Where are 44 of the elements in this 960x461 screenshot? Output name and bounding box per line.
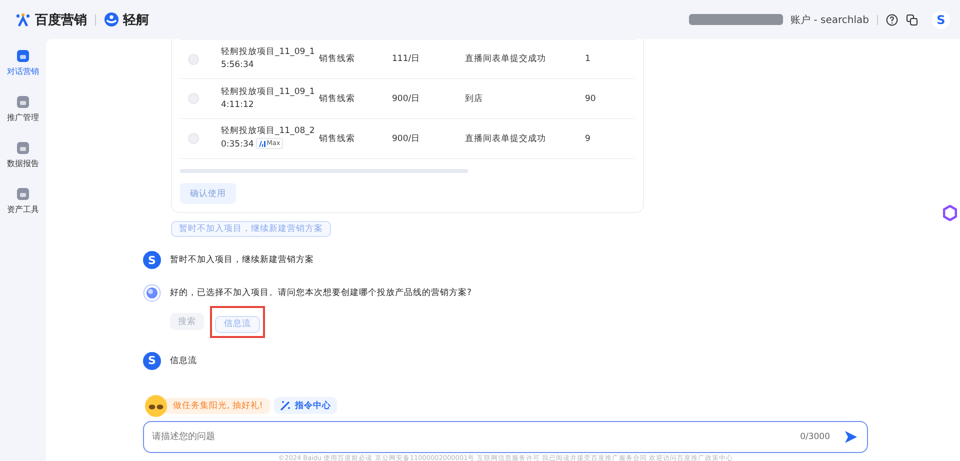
task-banner[interactable]: 做任务集阳光, 抽好礼! xyxy=(163,398,270,414)
table-cell-text: 9 xyxy=(585,134,592,144)
product-logo-icon xyxy=(104,12,119,27)
table-cell-text: 直播间表单提交成功 xyxy=(465,132,547,144)
help-icon[interactable] xyxy=(886,14,898,26)
copy-icon[interactable] xyxy=(906,14,918,26)
table-cell-text: 销售线索 xyxy=(319,53,356,65)
table-cell-text: 销售线索 xyxy=(319,92,356,104)
radio-button[interactable] xyxy=(188,54,199,64)
sidebar-item[interactable]: 数据报告 xyxy=(7,141,39,169)
table-cell-text: 900/日 xyxy=(392,92,422,104)
option-button[interactable]: 信息流 xyxy=(215,316,260,332)
sun-mascot-icon xyxy=(143,394,169,418)
table-cell-text: 直播间表单提交成功 xyxy=(465,53,547,65)
user-avatar[interactable]: S xyxy=(932,10,950,28)
char-counter: 0/3000 xyxy=(800,432,830,442)
sidebar-item[interactable]: 资产工具 xyxy=(7,187,39,215)
command-center-button[interactable]: 指令中心 xyxy=(274,397,337,414)
table-cell-text: 90 xyxy=(585,94,597,104)
table-cell-text: 900/日 xyxy=(392,132,422,144)
user-avatar: S xyxy=(143,352,161,370)
user-avatar: S xyxy=(143,251,161,269)
floating-assistant-icon[interactable] xyxy=(943,205,957,221)
table-cell-text: 销售线索 xyxy=(319,132,356,144)
project-name: 轻舸投放项目_11_09_15:56:34 xyxy=(221,46,316,72)
skip-chip[interactable]: 暂时不加入项目，继续新建营销方案 xyxy=(171,221,331,237)
message-text: 暂时不加入项目，继续新建营销方案 xyxy=(170,254,314,266)
table-cell-text: 1 xyxy=(585,54,592,64)
table-cell-text: 111/日 xyxy=(392,53,422,65)
sidebar-item[interactable]: 对话营销 xyxy=(7,49,39,77)
sidebar-item[interactable]: 推广管理 xyxy=(7,95,39,123)
radio-button[interactable] xyxy=(188,93,199,104)
account-name: 账户 - searchlab xyxy=(790,14,869,26)
radio-button[interactable] xyxy=(188,133,199,144)
project-name: 轻舸投放项目_11_09_14:11:12 xyxy=(221,86,316,112)
assistant-avatar-icon xyxy=(143,284,161,302)
product-name: 轻舸 xyxy=(123,12,149,28)
brand-name: 百度营销 xyxy=(35,12,87,28)
table-cell-text: 到店 xyxy=(465,92,484,104)
message-text: 信息流 xyxy=(170,354,197,366)
send-icon[interactable] xyxy=(844,430,858,444)
paw-logo-icon xyxy=(15,12,31,26)
message-text: 好的，已选择不加入项目。请问您本次想要创建哪个投放产品线的营销方案? xyxy=(170,287,472,299)
chart-bars-icon xyxy=(258,140,266,147)
